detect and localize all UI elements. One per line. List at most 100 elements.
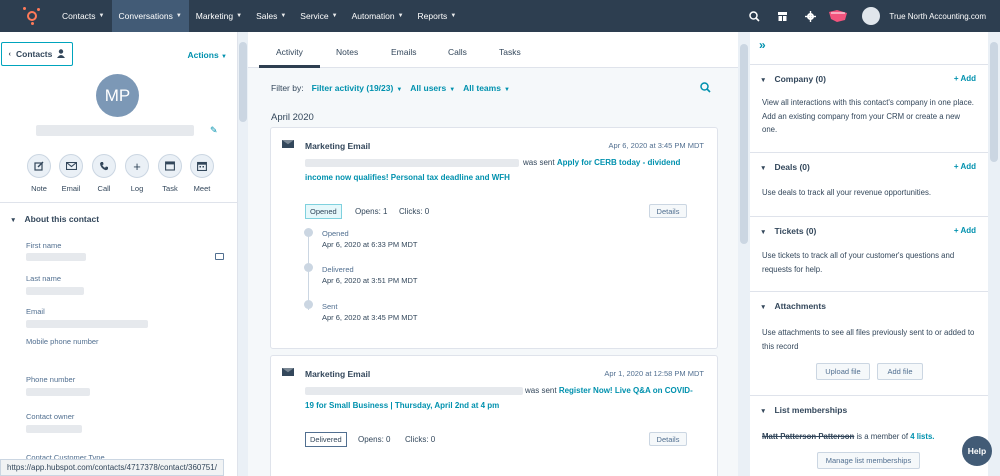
pencil-icon[interactable]: ✎ bbox=[210, 125, 218, 136]
tab-notes[interactable]: Notes bbox=[336, 47, 358, 57]
activity-card[interactable]: Marketing Email Apr 1, 2020 at 12:58 PM … bbox=[270, 355, 718, 476]
phone-number-value[interactable] bbox=[26, 388, 90, 396]
details-button[interactable]: Details bbox=[649, 432, 687, 446]
email-value[interactable] bbox=[26, 320, 148, 328]
timeline-date: Apr 6, 2020 at 3:45 PM MDT bbox=[322, 313, 418, 322]
add-ticket-button[interactable]: + Add bbox=[954, 226, 976, 235]
notifications-icon[interactable] bbox=[824, 0, 852, 32]
email-subject-link[interactable]: Apply for CERB today - dividend income n… bbox=[305, 158, 680, 182]
actions-dropdown[interactable]: Actions ▼ bbox=[188, 50, 228, 60]
contact-avatar[interactable]: MP bbox=[96, 74, 139, 117]
add-company-button[interactable]: + Add bbox=[954, 74, 976, 83]
middle-scrollbar[interactable] bbox=[738, 32, 750, 476]
email-subject-link[interactable]: Register Now! Live Q&A on COVID-19 for S… bbox=[305, 386, 693, 410]
back-to-contacts-button[interactable]: ‹ Contacts bbox=[1, 42, 73, 66]
nav-automation[interactable]: Automation ▼ bbox=[345, 0, 411, 32]
chevron-down-icon: ▼ bbox=[760, 165, 767, 172]
company-description: View all interactions with this contact'… bbox=[762, 98, 974, 134]
contact-card-icon[interactable] bbox=[215, 253, 224, 260]
opens-count: Opens: 1 bbox=[355, 207, 388, 216]
collapse-sidebar-icon[interactable]: » bbox=[759, 38, 766, 52]
filter-activity-dropdown[interactable]: Filter activity (19/23) ▼ bbox=[312, 83, 403, 93]
upload-file-button[interactable]: Upload file bbox=[816, 363, 870, 380]
filter-teams-dropdown[interactable]: All teams ▼ bbox=[463, 83, 510, 93]
right-scrollbar[interactable] bbox=[988, 32, 1000, 476]
help-button[interactable]: Help bbox=[962, 436, 992, 466]
last-name-value[interactable] bbox=[26, 287, 84, 295]
add-deal-button[interactable]: + Add bbox=[954, 162, 976, 171]
nav-service[interactable]: Service ▼ bbox=[293, 0, 344, 32]
log-button[interactable]: + Log bbox=[124, 154, 150, 193]
status-url: https://app.hubspot.com/contacts/4717378… bbox=[0, 459, 224, 476]
email-label: Email bbox=[26, 307, 45, 316]
details-button[interactable]: Details bbox=[649, 204, 687, 218]
tickets-header[interactable]: ▼ Tickets (0) bbox=[760, 226, 816, 236]
chevron-down-icon: ▼ bbox=[280, 13, 287, 19]
filter-users-dropdown[interactable]: All users ▼ bbox=[410, 83, 455, 93]
top-navigation: Contacts ▼ Conversations ▼ Marketing ▼ Sale… bbox=[0, 0, 1000, 32]
lists-link[interactable]: 4 lists. bbox=[910, 432, 934, 441]
list-memberships-description: Matt Patterson Patterson is a member of … bbox=[762, 432, 935, 441]
hubspot-logo-icon[interactable] bbox=[23, 7, 41, 25]
add-file-button[interactable]: Add file bbox=[877, 363, 923, 380]
meet-button[interactable]: Meet bbox=[189, 154, 215, 193]
nav-reports[interactable]: Reports ▼ bbox=[411, 0, 464, 32]
call-icon bbox=[100, 162, 108, 171]
calendar-icon bbox=[197, 161, 207, 171]
tab-tasks[interactable]: Tasks bbox=[499, 47, 521, 57]
user-avatar[interactable] bbox=[862, 7, 881, 25]
first-name-value[interactable] bbox=[26, 253, 86, 261]
opens-count: Opens: 0 bbox=[358, 435, 391, 444]
chevron-down-icon: ▼ bbox=[449, 87, 456, 93]
account-name[interactable]: True North Accounting.com bbox=[889, 12, 986, 21]
contact-owner-value[interactable] bbox=[26, 425, 82, 433]
left-scrollbar[interactable] bbox=[238, 32, 248, 476]
contact-name-redacted bbox=[36, 125, 194, 136]
search-icon[interactable] bbox=[700, 82, 711, 96]
activity-card[interactable]: Marketing Email Apr 6, 2020 at 3:45 PM M… bbox=[270, 127, 718, 349]
timeline-date: Apr 6, 2020 at 3:51 PM MDT bbox=[322, 276, 418, 285]
attachments-header[interactable]: ▼ Attachments bbox=[760, 301, 826, 311]
card-date: Apr 1, 2020 at 12:58 PM MDT bbox=[604, 369, 704, 378]
chevron-down-icon: ▼ bbox=[397, 13, 404, 19]
gear-icon[interactable] bbox=[796, 0, 824, 32]
card-body: was sent Apply for CERB today - dividend… bbox=[305, 158, 681, 182]
note-icon bbox=[34, 161, 44, 171]
marketplace-icon[interactable] bbox=[768, 0, 796, 32]
envelope-icon bbox=[282, 368, 294, 376]
chevron-down-icon: ▼ bbox=[760, 304, 767, 311]
chevron-down-icon: ▼ bbox=[10, 217, 17, 224]
activity-panel: Activity Notes Emails Calls Tasks Filter… bbox=[248, 32, 738, 476]
company-section: ▼ Company (0) + Add View all interactions… bbox=[750, 64, 988, 152]
filter-label: Filter by: bbox=[271, 83, 304, 93]
section-divider bbox=[0, 202, 237, 203]
company-header[interactable]: ▼ Company (0) bbox=[760, 74, 826, 84]
timeline-label: Sent bbox=[322, 302, 338, 311]
nav-conversations[interactable]: Conversations ▼ bbox=[111, 0, 189, 32]
tab-emails[interactable]: Emails bbox=[391, 47, 417, 57]
status-badge: Opened bbox=[305, 204, 342, 219]
note-button[interactable]: Note bbox=[26, 154, 52, 193]
about-this-contact-header[interactable]: ▼ About this contact bbox=[10, 214, 99, 224]
chevron-down-icon: ▼ bbox=[760, 229, 767, 236]
tab-calls[interactable]: Calls bbox=[448, 47, 467, 57]
nav-contacts[interactable]: Contacts ▼ bbox=[55, 0, 112, 32]
deals-header[interactable]: ▼ Deals (0) bbox=[760, 162, 810, 172]
list-memberships-header[interactable]: ▼ List memberships bbox=[760, 405, 847, 415]
email-button[interactable]: Email bbox=[58, 154, 84, 193]
contact-sidebar: ‹ Contacts Actions ▼ MP ✎ Note Email Cal… bbox=[0, 32, 238, 476]
call-button[interactable]: Call bbox=[91, 154, 117, 193]
nav-marketing[interactable]: Marketing ▼ bbox=[189, 0, 249, 32]
manage-list-memberships-button[interactable]: Manage list memberships bbox=[817, 452, 920, 469]
month-header: April 2020 bbox=[271, 112, 314, 123]
tickets-section: ▼ Tickets (0) + Add Use tickets to track … bbox=[750, 216, 988, 291]
filter-bar: Filter by: Filter activity (19/23) ▼ All … bbox=[271, 83, 510, 93]
search-icon[interactable] bbox=[740, 0, 768, 32]
deals-section: ▼ Deals (0) + Add Use deals to track all … bbox=[750, 152, 988, 216]
nav-sales[interactable]: Sales ▼ bbox=[249, 0, 293, 32]
task-button[interactable]: Task bbox=[157, 154, 183, 193]
chevron-down-icon: ▼ bbox=[331, 13, 338, 19]
chevron-down-icon: ▼ bbox=[221, 54, 227, 60]
plus-icon: + bbox=[133, 158, 141, 174]
tab-activity[interactable]: Activity bbox=[259, 47, 320, 68]
